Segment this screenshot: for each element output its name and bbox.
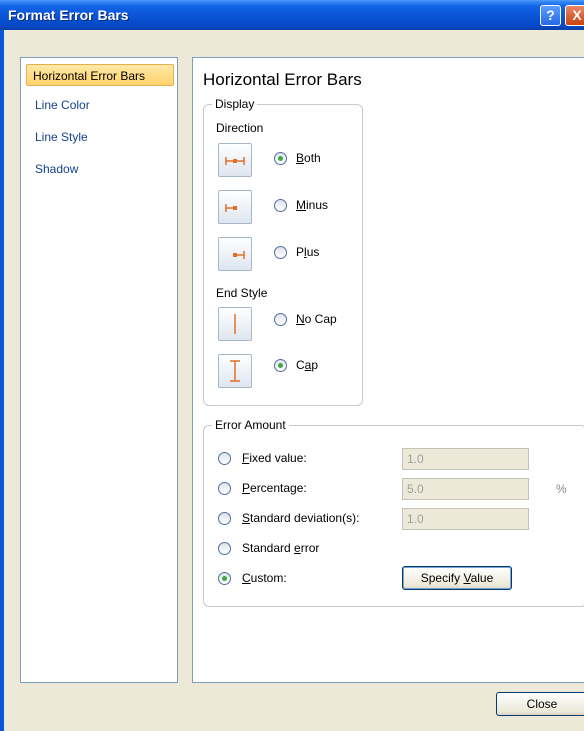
minus-direction-icon[interactable] xyxy=(218,190,252,224)
display-group-label: Display xyxy=(212,97,258,111)
end-style-cap-label[interactable]: Cap xyxy=(296,358,318,372)
help-icon: ? xyxy=(546,7,555,23)
fixed-value-radio[interactable] xyxy=(218,452,231,465)
error-amount-group-label: Error Amount xyxy=(212,418,289,432)
window-close-button[interactable]: X xyxy=(565,5,584,26)
both-direction-icon[interactable] xyxy=(218,143,252,177)
percentage-input[interactable]: 5.0 xyxy=(402,478,529,500)
custom-radio[interactable] xyxy=(218,572,231,585)
end-style-cap-radio[interactable] xyxy=(274,359,287,372)
direction-minus-label[interactable]: Minus xyxy=(296,198,328,212)
percentage-label[interactable]: Percentage: xyxy=(242,481,307,495)
no-cap-icon[interactable] xyxy=(218,307,252,341)
end-style-label: End Style xyxy=(216,286,268,300)
std-error-label[interactable]: Standard error xyxy=(242,541,319,555)
direction-plus-radio[interactable] xyxy=(274,246,287,259)
percentage-radio[interactable] xyxy=(218,482,231,495)
nav-item-line-color[interactable]: Line Color xyxy=(29,94,96,116)
main-panel: Horizontal Error Bars Display Direction … xyxy=(192,57,584,683)
window-title: Format Error Bars xyxy=(8,7,129,23)
category-list: Horizontal Error Bars Line Color Line St… xyxy=(20,57,178,683)
cap-icon[interactable] xyxy=(218,354,252,388)
std-deviation-radio[interactable] xyxy=(218,512,231,525)
panel-heading: Horizontal Error Bars xyxy=(203,70,362,89)
fixed-value-input[interactable]: 1.0 xyxy=(402,448,529,470)
nav-item-horizontal-error-bars[interactable]: Horizontal Error Bars xyxy=(26,64,174,86)
std-deviation-label[interactable]: Standard deviation(s): xyxy=(242,511,359,525)
close-button[interactable]: Close xyxy=(496,692,584,716)
percent-sign: % xyxy=(556,482,567,496)
std-deviation-input[interactable]: 1.0 xyxy=(402,508,529,530)
custom-label[interactable]: Custom: xyxy=(242,571,287,585)
end-style-no-cap-radio[interactable] xyxy=(274,313,287,326)
nav-item-shadow[interactable]: Shadow xyxy=(29,158,84,180)
error-amount-group: Error Amount Fixed value: 1.0 Percentage… xyxy=(203,418,584,607)
title-bar: Format Error Bars ? X xyxy=(0,0,584,30)
plus-direction-icon[interactable] xyxy=(218,237,252,271)
direction-plus-label[interactable]: Plus xyxy=(296,245,319,259)
help-button[interactable]: ? xyxy=(540,5,561,26)
direction-both-radio[interactable] xyxy=(274,152,287,165)
fixed-value-label[interactable]: Fixed value: xyxy=(242,451,307,465)
close-icon: X xyxy=(572,7,582,23)
nav-item-line-style[interactable]: Line Style xyxy=(29,126,94,148)
std-error-radio[interactable] xyxy=(218,542,231,555)
direction-minus-radio[interactable] xyxy=(274,199,287,212)
display-group: Display Direction Both Minus Plus End St… xyxy=(203,97,363,406)
direction-both-label[interactable]: Both xyxy=(296,151,321,165)
direction-label: Direction xyxy=(216,121,264,135)
specify-value-button[interactable]: Specify Value xyxy=(402,566,512,590)
end-style-no-cap-label[interactable]: No Cap xyxy=(296,312,337,326)
